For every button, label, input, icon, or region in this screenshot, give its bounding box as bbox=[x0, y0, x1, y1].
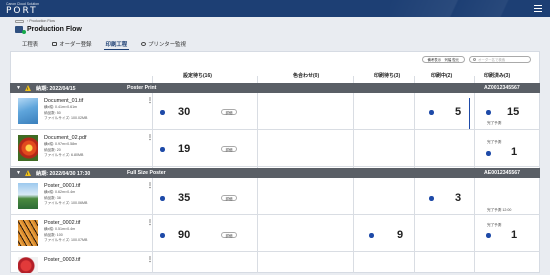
file-size: ファイルサイズ: 100.02MB bbox=[44, 116, 88, 120]
page-header: Production Flow bbox=[15, 26, 82, 34]
file-name: Poster_0001.tif bbox=[44, 183, 81, 189]
file-thumbnail bbox=[18, 220, 38, 246]
status-dot bbox=[486, 110, 491, 115]
waiting-count: 9 bbox=[397, 229, 404, 241]
more-options-icon[interactable]: ⋮ bbox=[147, 97, 153, 104]
file-size: ファイルサイズ: 100.07MB bbox=[44, 238, 88, 242]
file-meta: 横x縦: 0.51m×0.4m 納品数: 100 ファイルサイズ: 100.07… bbox=[44, 227, 87, 244]
printed-count: 15 bbox=[507, 106, 520, 118]
gauge-icon bbox=[141, 41, 147, 46]
more-options-icon[interactable]: ⋮ bbox=[147, 134, 153, 141]
warning-icon bbox=[25, 169, 31, 176]
detail-button[interactable]: 詳細 bbox=[221, 109, 237, 115]
page-title: Production Flow bbox=[27, 26, 82, 33]
monitor-icon bbox=[52, 41, 58, 46]
tab-bar: 工程表 オーダー登録 印刷工程 プリンター監視 bbox=[22, 39, 186, 50]
completion-estimate: 完了予測 bbox=[487, 140, 502, 144]
setting-count: 90 bbox=[178, 229, 191, 241]
brand-logo[interactable]: PORT bbox=[6, 6, 38, 16]
tab-print-process[interactable]: 印刷工程 bbox=[103, 39, 129, 50]
status-dot bbox=[160, 233, 165, 238]
production-flow-icon bbox=[15, 26, 26, 34]
status-dot bbox=[429, 110, 434, 115]
file-name: Document_02.pdf bbox=[44, 135, 87, 141]
file-size: ファイルサイズ: 6.80MB bbox=[44, 153, 84, 157]
chevron-down-icon[interactable]: ▼ bbox=[16, 85, 21, 91]
display-options-button[interactable]: 備考表示 列幅 復元 bbox=[421, 56, 465, 63]
tab-schedule-label: 工程表 bbox=[22, 41, 39, 48]
breadcrumb: › Production Flow bbox=[15, 19, 55, 23]
home-breadcrumb-icon[interactable] bbox=[15, 19, 24, 23]
tab-print-process-label: 印刷工程 bbox=[105, 41, 128, 48]
tab-order-registration-label: オーダー登録 bbox=[59, 41, 92, 48]
printed-count: 1 bbox=[511, 146, 518, 158]
order-type: Poster Print bbox=[127, 85, 157, 91]
hamburger-menu-icon[interactable] bbox=[534, 5, 542, 12]
tab-order-registration[interactable]: オーダー登録 bbox=[52, 39, 92, 49]
header-decoration bbox=[390, 0, 550, 17]
order-group-header[interactable]: ▼ 納期: 2022/04/15 Poster Print AZ00123455… bbox=[10, 83, 540, 93]
file-thumbnail bbox=[18, 98, 38, 124]
file-name: Poster_0002.tif bbox=[44, 220, 81, 226]
file-thumbnail bbox=[18, 183, 38, 209]
column-header-setting: 設定待ち(16) bbox=[183, 73, 212, 79]
column-header-printing: 印刷中(2) bbox=[431, 73, 453, 79]
detail-button[interactable]: 詳細 bbox=[221, 232, 237, 238]
status-dot bbox=[369, 233, 374, 238]
order-type: Full Size Poster bbox=[127, 170, 166, 176]
file-size: ファイルサイズ: 100.06MB bbox=[44, 201, 88, 205]
status-dot bbox=[160, 110, 165, 115]
breadcrumb-current: Production Flow bbox=[29, 19, 55, 23]
table-row[interactable]: Poster_0002.tif 横x縦: 0.51m×0.4m 納品数: 100… bbox=[10, 215, 540, 252]
order-group-header[interactable]: ▼ 納期: 2022/04/30 17:30 Full Size Poster … bbox=[10, 168, 540, 178]
status-dot bbox=[486, 151, 491, 156]
progress-bar bbox=[469, 98, 471, 129]
column-header-color-match: 色合わせ(0) bbox=[293, 73, 320, 79]
order-due-date: 納期: 2022/04/15 bbox=[36, 86, 76, 92]
tab-schedule[interactable]: 工程表 bbox=[22, 39, 38, 49]
status-dot bbox=[160, 147, 165, 152]
file-meta: 横x縦: 0.97m×0.58m 納品数: 20 ファイルサイズ: 6.80MB bbox=[44, 142, 83, 159]
completion-estimate: 完了予測 12:00 bbox=[487, 208, 512, 212]
panel-toolbar: 備考表示 列幅 復元 オーダー名で検索 bbox=[421, 56, 531, 63]
status-dot bbox=[160, 196, 165, 201]
order-code: AZ0012345567 bbox=[484, 85, 520, 91]
more-options-icon[interactable]: ⋮ bbox=[147, 256, 153, 263]
detail-button[interactable]: 詳細 bbox=[221, 195, 237, 201]
status-dot bbox=[486, 233, 491, 238]
search-icon bbox=[473, 58, 476, 61]
printed-count: 1 bbox=[511, 229, 518, 241]
column-header-printed: 印刷済み(3) bbox=[484, 73, 511, 79]
completion-estimate: 完了予測 bbox=[487, 121, 502, 125]
setting-count: 30 bbox=[178, 106, 191, 118]
column-header-print-waiting: 印刷待ち(3) bbox=[374, 73, 401, 79]
more-options-icon[interactable]: ⋮ bbox=[147, 182, 153, 189]
file-meta: 横x縦: 0.62m×0.4m 納品数: 38 ファイルサイズ: 100.06M… bbox=[44, 190, 87, 207]
detail-button[interactable]: 詳細 bbox=[221, 146, 237, 152]
tab-printer-monitor-label: プリンター監視 bbox=[148, 41, 186, 48]
tab-printer-monitor[interactable]: プリンター監視 bbox=[141, 39, 186, 49]
top-bar: Canon Cloud Solution PORT bbox=[0, 0, 550, 17]
printing-count: 3 bbox=[455, 192, 462, 204]
more-options-icon[interactable]: ⋮ bbox=[147, 219, 153, 226]
table-row[interactable]: Poster_0003.tif ⋮ bbox=[10, 252, 540, 273]
search-placeholder: オーダー名で検索 bbox=[478, 58, 506, 62]
order-due-date: 納期: 2022/04/30 17:30 bbox=[36, 171, 91, 177]
file-thumbnail bbox=[18, 257, 38, 273]
order-search-input[interactable]: オーダー名で検索 bbox=[469, 56, 531, 63]
setting-count: 35 bbox=[178, 192, 191, 204]
column-headers: 設定待ち(16) 色合わせ(0) 印刷待ち(3) 印刷中(2) 印刷済み(3) bbox=[11, 70, 541, 80]
printing-count: 5 bbox=[455, 106, 462, 118]
setting-count: 19 bbox=[178, 143, 191, 155]
file-thumbnail bbox=[18, 135, 38, 161]
file-meta: 横x縦: 0.41m×0.61m 納品数: 50 ファイルサイズ: 100.02… bbox=[44, 105, 87, 122]
file-name: Poster_0003.tif bbox=[44, 257, 81, 263]
status-dot bbox=[429, 196, 434, 201]
completion-estimate: 完了予測 bbox=[487, 223, 502, 227]
order-code: AE0012345567 bbox=[484, 170, 521, 176]
warning-icon bbox=[25, 84, 31, 91]
table-row[interactable]: Document_02.pdf 横x縦: 0.97m×0.58m 納品数: 20… bbox=[10, 130, 540, 167]
chevron-down-icon[interactable]: ▼ bbox=[16, 170, 21, 176]
file-name: Document_01.tif bbox=[44, 98, 84, 104]
